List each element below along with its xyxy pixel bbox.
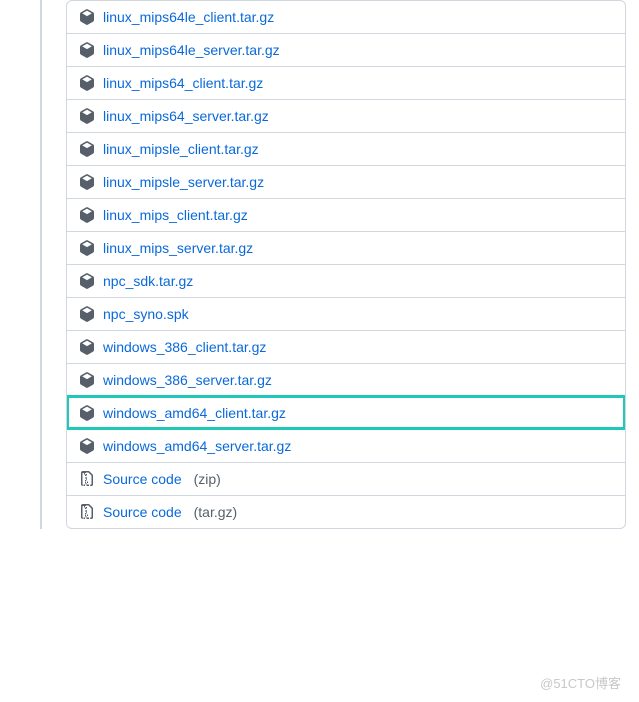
asset-link[interactable]: linux_mips_client.tar.gz (103, 207, 248, 223)
asset-row: npc_syno.spk (67, 297, 625, 330)
asset-row: linux_mips64_client.tar.gz (67, 66, 625, 99)
asset-row: linux_mips64le_client.tar.gz (67, 1, 625, 33)
asset-row: linux_mips_client.tar.gz (67, 198, 625, 231)
asset-row: windows_amd64_server.tar.gz (67, 429, 625, 462)
package-icon (79, 405, 95, 421)
asset-link[interactable]: linux_mipsle_client.tar.gz (103, 141, 259, 157)
package-icon (79, 141, 95, 157)
asset-row: windows_386_server.tar.gz (67, 363, 625, 396)
asset-row: Source code (tar.gz) (67, 495, 625, 528)
package-icon (79, 438, 95, 454)
asset-row: linux_mips64le_server.tar.gz (67, 33, 625, 66)
asset-format: (tar.gz) (194, 504, 238, 520)
asset-list: linux_mips64le_client.tar.gz linux_mips64… (66, 0, 626, 529)
asset-row: npc_sdk.tar.gz (67, 264, 625, 297)
package-icon (79, 75, 95, 91)
asset-link[interactable]: Source code (103, 504, 182, 520)
package-icon (79, 306, 95, 322)
asset-link[interactable]: linux_mips64_client.tar.gz (103, 75, 263, 91)
file-zip-icon (79, 504, 95, 520)
asset-link[interactable]: windows_386_server.tar.gz (103, 372, 272, 388)
asset-link[interactable]: linux_mips_server.tar.gz (103, 240, 253, 256)
package-icon (79, 339, 95, 355)
asset-link[interactable]: npc_sdk.tar.gz (103, 273, 193, 289)
package-icon (79, 207, 95, 223)
asset-row: windows_386_client.tar.gz (67, 330, 625, 363)
package-icon (79, 174, 95, 190)
asset-row: windows_amd64_client.tar.gz (67, 396, 625, 429)
asset-link[interactable]: windows_386_client.tar.gz (103, 339, 266, 355)
asset-link[interactable]: linux_mipsle_server.tar.gz (103, 174, 264, 190)
file-zip-icon (79, 471, 95, 487)
package-icon (79, 42, 95, 58)
package-icon (79, 240, 95, 256)
watermark: @51CTO博客 (540, 673, 621, 692)
package-icon (79, 372, 95, 388)
asset-row: linux_mips_server.tar.gz (67, 231, 625, 264)
package-icon (79, 9, 95, 25)
asset-link[interactable]: linux_mips64_server.tar.gz (103, 108, 269, 124)
asset-link[interactable]: linux_mips64le_server.tar.gz (103, 42, 280, 58)
asset-link[interactable]: windows_amd64_client.tar.gz (103, 405, 286, 421)
package-icon (79, 108, 95, 124)
asset-link[interactable]: Source code (103, 471, 182, 487)
asset-link[interactable]: linux_mips64le_client.tar.gz (103, 9, 274, 25)
asset-format: (zip) (194, 471, 221, 487)
asset-link[interactable]: npc_syno.spk (103, 306, 189, 322)
asset-row: Source code (zip) (67, 462, 625, 495)
asset-row: linux_mipsle_server.tar.gz (67, 165, 625, 198)
asset-row: linux_mipsle_client.tar.gz (67, 132, 625, 165)
package-icon (79, 273, 95, 289)
asset-link[interactable]: windows_amd64_server.tar.gz (103, 438, 291, 454)
asset-row: linux_mips64_server.tar.gz (67, 99, 625, 132)
